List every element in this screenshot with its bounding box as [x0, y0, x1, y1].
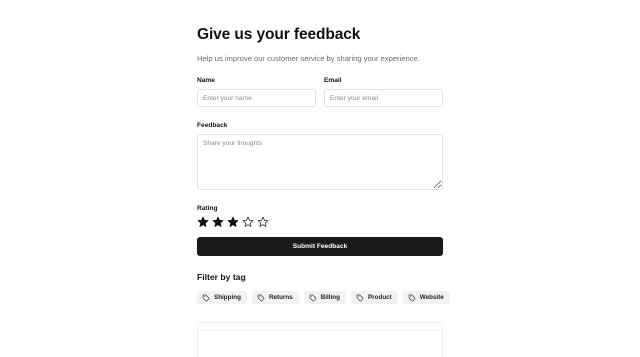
page-title: Give us your feedback [197, 26, 361, 43]
star-filled-icon[interactable] [227, 216, 239, 228]
email-field-group: Email [324, 76, 443, 107]
tag-icon [356, 294, 364, 301]
tag-label: Product [367, 294, 392, 301]
page-subtitle: Help us improve our customer service by … [197, 54, 420, 63]
name-input[interactable] [197, 89, 316, 107]
tag-label: Billing [320, 294, 340, 301]
tag-chip-website[interactable]: Website [402, 291, 450, 304]
feedback-page: Give us your feedback Help us improve ou… [0, 0, 640, 357]
star-outline-icon[interactable] [242, 216, 254, 228]
tag-chip-returns[interactable]: Returns [251, 291, 299, 304]
card-divider [198, 330, 442, 331]
feedback-textarea[interactable] [197, 134, 443, 190]
email-input[interactable] [324, 89, 443, 107]
feedback-list-card [197, 322, 443, 357]
feedback-field-group: Feedback [197, 121, 443, 190]
name-field-group: Name [197, 76, 316, 107]
tag-label: Returns [268, 294, 293, 301]
submit-feedback-button[interactable]: Submit Feedback [197, 237, 443, 256]
tag-chip-billing[interactable]: Billing [303, 291, 346, 304]
star-rating [197, 216, 443, 228]
feedback-label: Feedback [197, 122, 228, 129]
tag-chip-product[interactable]: Product [350, 291, 398, 304]
tag-icon [408, 294, 416, 301]
tag-list: Shipping Returns Billing Product Website [197, 291, 450, 304]
rating-group: Rating [197, 204, 443, 228]
email-label: Email [324, 77, 342, 84]
feedback-form: Give us your feedback Help us improve ou… [197, 26, 450, 304]
tag-icon [257, 294, 265, 301]
name-label: Name [197, 77, 215, 84]
tag-icon [202, 294, 210, 301]
star-outline-icon[interactable] [257, 216, 269, 228]
star-filled-icon[interactable] [212, 216, 224, 228]
filter-title: Filter by tag [197, 272, 246, 282]
tag-label: Website [419, 294, 444, 301]
tag-label: Shipping [214, 294, 241, 301]
tag-icon [309, 294, 317, 301]
rating-label: Rating [197, 205, 218, 212]
tag-chip-shipping[interactable]: Shipping [197, 291, 247, 304]
name-email-row: Name Email [197, 76, 443, 107]
star-filled-icon[interactable] [197, 216, 209, 228]
